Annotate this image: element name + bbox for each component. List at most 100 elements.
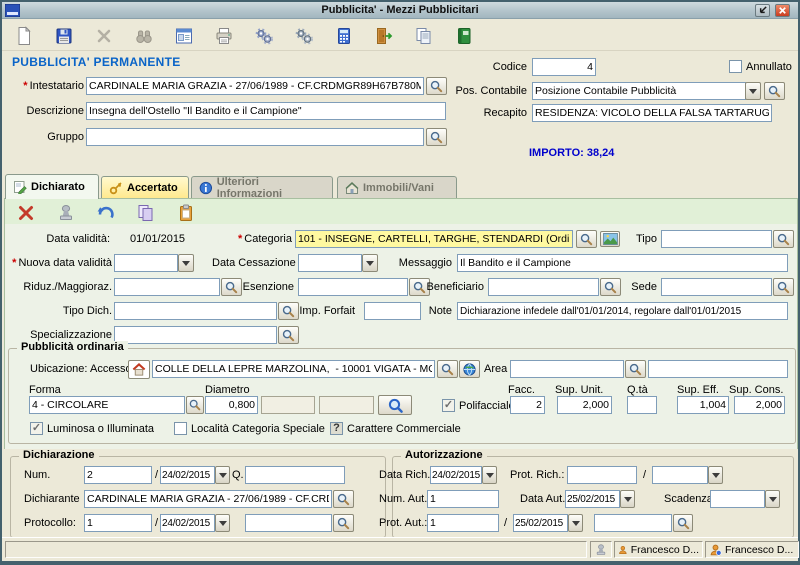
- row-delete-button[interactable]: [14, 201, 38, 223]
- copy-row-button[interactable]: [134, 201, 158, 223]
- area-description-input[interactable]: [648, 360, 788, 378]
- stamp-button[interactable]: [54, 201, 78, 223]
- protocollo-search-button[interactable]: [333, 514, 354, 532]
- ubicazione-input[interactable]: [152, 360, 435, 378]
- luminosa-checkbox[interactable]: ✓: [30, 422, 43, 435]
- polifacciale-checkbox[interactable]: ✓: [442, 399, 455, 412]
- tab-immobili-vani[interactable]: Immobili/Vani: [337, 176, 457, 198]
- scadenza-dropdown[interactable]: [765, 490, 780, 508]
- tab-dichiarato[interactable]: Dichiarato: [5, 174, 99, 199]
- save-button[interactable]: [52, 23, 78, 49]
- descrizione-input[interactable]: [86, 102, 446, 120]
- status-stamp-panel[interactable]: [590, 541, 612, 558]
- calculator-button[interactable]: [332, 23, 358, 49]
- data-aut-dropdown[interactable]: [620, 490, 635, 508]
- prot-rich-input[interactable]: [567, 466, 637, 484]
- prot-aut-input[interactable]: [427, 514, 499, 532]
- new-button[interactable]: [12, 23, 38, 49]
- codice-input[interactable]: [532, 58, 596, 76]
- prot-rich-date-input[interactable]: [652, 466, 708, 484]
- exit-button[interactable]: [372, 23, 398, 49]
- process-alt-button[interactable]: [292, 23, 318, 49]
- delete-button[interactable]: [92, 23, 118, 49]
- misure-search-button[interactable]: [378, 395, 412, 415]
- dichiarante-search-button[interactable]: [333, 490, 354, 508]
- nuova-data-validita-dropdown[interactable]: [178, 254, 194, 272]
- status-user-panel-2[interactable]: Francesco D...: [705, 541, 799, 558]
- num-aut-input[interactable]: [427, 490, 499, 508]
- tipo-dich-input[interactable]: [114, 302, 277, 320]
- num-date-dropdown[interactable]: [215, 466, 230, 484]
- categoria-input[interactable]: [295, 230, 573, 248]
- forma-search-button[interactable]: [186, 396, 204, 414]
- sup-unit-input[interactable]: [557, 396, 612, 414]
- sup-eff-input[interactable]: [677, 396, 729, 414]
- detail-view-button[interactable]: [172, 23, 198, 49]
- pos-contabile-search-button[interactable]: [764, 82, 785, 100]
- data-rich-input[interactable]: [430, 466, 482, 484]
- prot-aut-extra-input[interactable]: [594, 514, 672, 532]
- num-date-input[interactable]: [160, 466, 215, 484]
- tipo-dich-search-button[interactable]: [278, 302, 299, 320]
- close-button[interactable]: [775, 4, 790, 17]
- q-input[interactable]: [245, 466, 345, 484]
- tipo-input[interactable]: [661, 230, 772, 248]
- pos-contabile-dropdown-button[interactable]: [745, 82, 761, 100]
- sede-search-button[interactable]: [773, 278, 794, 296]
- localita-speciale-checkbox[interactable]: [174, 422, 187, 435]
- area-search-button[interactable]: [625, 360, 646, 378]
- gruppo-input[interactable]: [86, 128, 424, 146]
- tab-accertato[interactable]: Accertato: [101, 176, 189, 198]
- num-input[interactable]: [84, 466, 152, 484]
- accesso-button[interactable]: [128, 360, 150, 379]
- facc-input[interactable]: [510, 396, 545, 414]
- protocollo-date-input[interactable]: [160, 514, 215, 532]
- prot-aut-search-button[interactable]: [673, 514, 693, 532]
- find-button[interactable]: [132, 23, 158, 49]
- annullato-checkbox[interactable]: [729, 60, 742, 73]
- diametro-input[interactable]: [205, 396, 258, 414]
- esenzione-input[interactable]: [298, 278, 408, 296]
- prot-aut-date-dropdown[interactable]: [568, 514, 583, 532]
- sup-cons-input[interactable]: [734, 396, 785, 414]
- status-user-panel-1[interactable]: Francesco D...: [614, 541, 703, 558]
- data-rich-dropdown[interactable]: [482, 466, 497, 484]
- map-button[interactable]: [459, 360, 480, 378]
- categoria-search-button[interactable]: [576, 230, 597, 248]
- prot-rich-date-dropdown[interactable]: [708, 466, 723, 484]
- specializzazione-search-button[interactable]: [278, 326, 299, 344]
- tab-ulteriori-informazioni[interactable]: Ulteriori Informazioni: [191, 176, 333, 198]
- gruppo-search-button[interactable]: [426, 128, 447, 146]
- forma-input[interactable]: [29, 396, 185, 414]
- area-input[interactable]: [510, 360, 624, 378]
- paste-button[interactable]: [174, 201, 198, 223]
- copy-button[interactable]: [412, 23, 438, 49]
- intestatario-input[interactable]: [86, 77, 424, 95]
- undo-button[interactable]: [94, 201, 118, 223]
- nuova-data-validita-input[interactable]: [114, 254, 178, 272]
- ubicazione-search-button[interactable]: [437, 360, 458, 378]
- tipo-search-button[interactable]: [773, 230, 794, 248]
- prot-aut-date-input[interactable]: [513, 514, 568, 532]
- beneficiario-input[interactable]: [488, 278, 599, 296]
- protocollo-date-dropdown[interactable]: [215, 514, 230, 532]
- data-cessazione-input[interactable]: [298, 254, 362, 272]
- carattere-commerciale-checkbox[interactable]: ?: [330, 422, 343, 435]
- qta-input[interactable]: [627, 396, 657, 414]
- process-button[interactable]: [252, 23, 278, 49]
- protocollo-extra-input[interactable]: [245, 514, 332, 532]
- protect-button[interactable]: [452, 23, 478, 49]
- recapito-input[interactable]: [532, 104, 772, 122]
- print-button[interactable]: [212, 23, 238, 49]
- dichiarante-input[interactable]: [84, 490, 332, 508]
- specializzazione-input[interactable]: [114, 326, 277, 344]
- sede-input[interactable]: [661, 278, 772, 296]
- protocollo-input[interactable]: [84, 514, 152, 532]
- data-cessazione-dropdown[interactable]: [362, 254, 378, 272]
- scadenza-input[interactable]: [710, 490, 765, 508]
- note-input[interactable]: [457, 302, 788, 320]
- data-aut-input[interactable]: [565, 490, 620, 508]
- restore-button[interactable]: [755, 4, 770, 17]
- pos-contabile-input[interactable]: [532, 82, 746, 100]
- messaggio-input[interactable]: [457, 254, 788, 272]
